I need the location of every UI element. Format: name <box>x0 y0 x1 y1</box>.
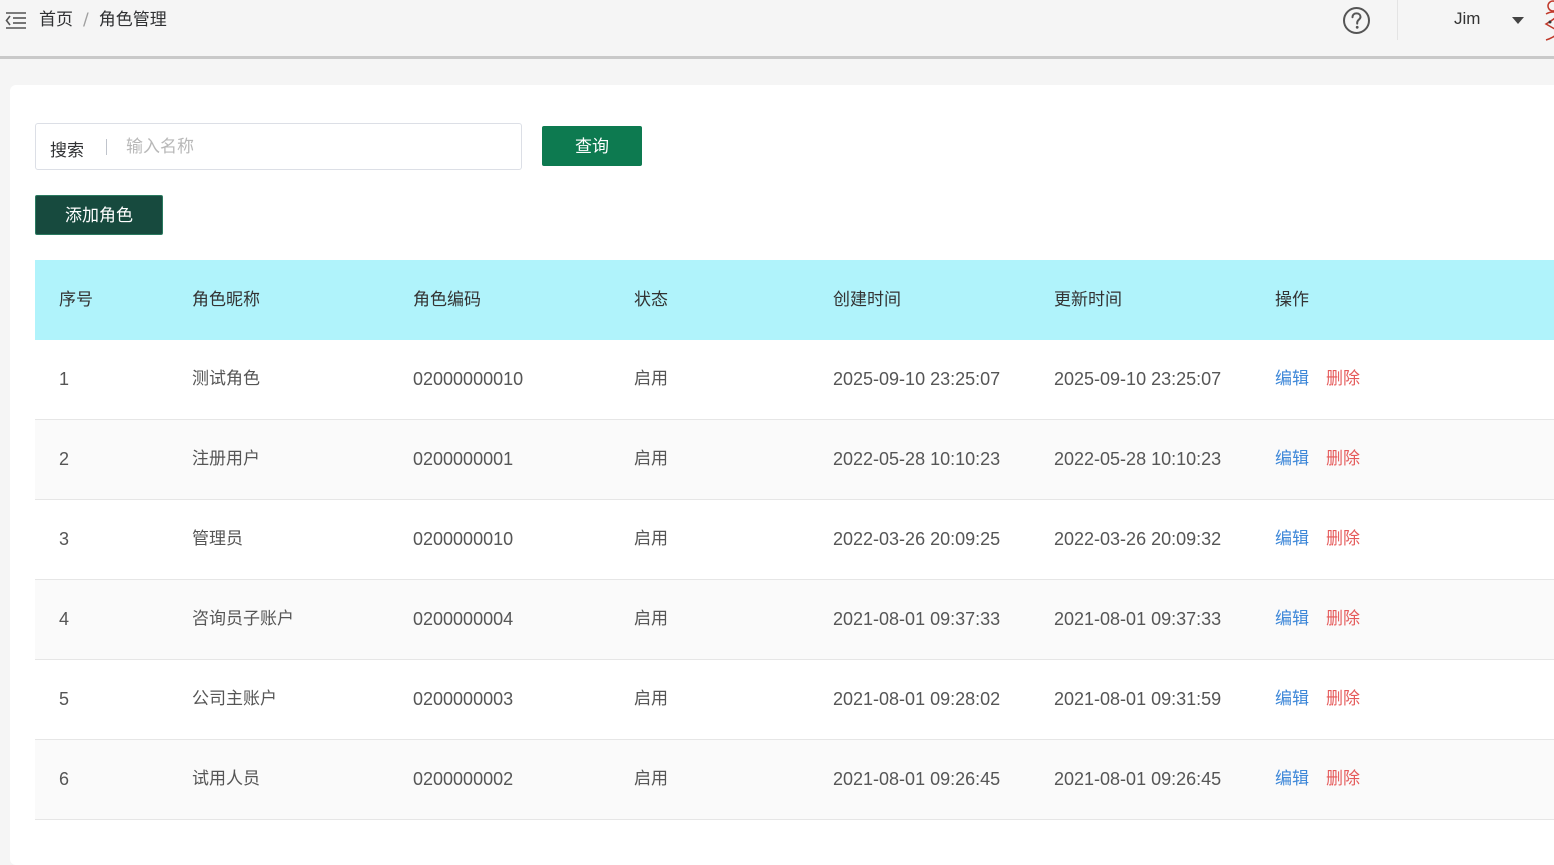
row-nickname: 管理员 <box>192 529 243 549</box>
breadcrumb: 首页 / 角色管理 <box>39 8 167 32</box>
table-row: 4 咨询员子账户 0200000004 启用 2021-08-01 09:37:… <box>35 580 1554 660</box>
column-header-code: 角色编码 <box>413 290 481 310</box>
user-name: Jim <box>1454 9 1481 28</box>
row-index: 5 <box>59 689 70 709</box>
delete-link[interactable]: 删除 <box>1326 449 1360 469</box>
avatar[interactable] <box>1541 0 1554 44</box>
row-created: 2021-08-01 09:28:02 <box>833 689 1001 709</box>
row-actions: 编辑 删除 <box>1275 660 1360 739</box>
row-code: 0200000003 <box>413 689 514 709</box>
row-updated: 2021-08-01 09:31:59 <box>1054 689 1222 709</box>
delete-link[interactable]: 删除 <box>1326 689 1360 709</box>
row-index: 1 <box>59 369 70 389</box>
row-index: 2 <box>59 449 70 469</box>
row-created: 2022-05-28 10:10:23 <box>833 449 1001 469</box>
row-actions: 编辑 删除 <box>1275 580 1360 659</box>
row-status: 启用 <box>634 449 668 469</box>
table-row: 1 测试角色 02000000010 启用 2025-09-10 23:25:0… <box>35 340 1554 420</box>
row-index: 4 <box>59 609 70 629</box>
header-bottom-border <box>0 56 1554 59</box>
row-created: 2021-08-01 09:37:33 <box>833 609 1001 629</box>
row-updated: 2021-08-01 09:26:45 <box>1054 769 1222 789</box>
edit-link[interactable]: 编辑 <box>1275 369 1309 389</box>
row-actions: 编辑 删除 <box>1275 740 1360 819</box>
query-button[interactable]: 查询 <box>542 126 642 166</box>
row-created: 2022-03-26 20:09:25 <box>833 529 1001 549</box>
row-index: 6 <box>59 769 70 789</box>
row-code: 02000000010 <box>413 369 524 389</box>
row-status: 启用 <box>634 609 668 629</box>
row-updated: 2021-08-01 09:37:33 <box>1054 609 1222 629</box>
breadcrumb-current: 角色管理 <box>98 10 167 30</box>
column-header-nickname: 角色昵称 <box>192 290 260 310</box>
row-nickname: 试用人员 <box>192 769 260 789</box>
column-header-created: 创建时间 <box>833 290 901 310</box>
table-row: 5 公司主账户 0200000003 启用 2021-08-01 09:28:0… <box>35 660 1554 740</box>
role-table: 序号 角色昵称 角色编码 状态 创建时间 更新时间 操作 1 测试角色 0200… <box>35 260 1554 820</box>
row-nickname: 公司主账户 <box>192 689 277 709</box>
row-code: 0200000004 <box>413 609 514 629</box>
delete-link[interactable]: 删除 <box>1326 609 1360 629</box>
row-code: 0200000010 <box>413 529 514 549</box>
edit-link[interactable]: 编辑 <box>1275 449 1309 469</box>
header-divider <box>1397 0 1398 40</box>
search-divider <box>106 139 107 155</box>
row-code: 0200000002 <box>413 769 514 789</box>
table-header: 序号 角色昵称 角色编码 状态 创建时间 更新时间 操作 <box>35 260 1554 340</box>
table-row: 2 注册用户 0200000001 启用 2022-05-28 10:10:23… <box>35 420 1554 500</box>
search-label: 搜索 <box>50 141 84 161</box>
breadcrumb-home[interactable]: 首页 <box>39 8 73 32</box>
row-status: 启用 <box>634 769 668 789</box>
user-menu[interactable]: Jim <box>1424 6 1534 36</box>
delete-link[interactable]: 删除 <box>1326 769 1360 789</box>
row-created: 2021-08-01 09:26:45 <box>833 769 1001 789</box>
edit-link[interactable]: 编辑 <box>1275 609 1309 629</box>
table-row: 6 试用人员 0200000002 启用 2021-08-01 09:26:45… <box>35 740 1554 820</box>
row-updated: 2022-05-28 10:10:23 <box>1054 449 1222 469</box>
column-header-updated: 更新时间 <box>1054 290 1122 310</box>
column-header-index: 序号 <box>59 290 93 310</box>
breadcrumb-separator: / <box>83 10 89 30</box>
top-header: 首页 / 角色管理 Jim <box>0 0 1554 56</box>
row-code: 0200000001 <box>413 449 514 469</box>
row-updated: 2025-09-10 23:25:07 <box>1054 369 1222 389</box>
table-row: 3 管理员 0200000010 启用 2022-03-26 20:09:25 … <box>35 500 1554 580</box>
row-nickname: 咨询员子账户 <box>192 609 294 629</box>
delete-link[interactable]: 删除 <box>1326 529 1360 549</box>
menu-fold-icon[interactable] <box>5 10 27 30</box>
edit-link[interactable]: 编辑 <box>1275 769 1309 789</box>
row-index: 3 <box>59 529 70 549</box>
question-circle-icon[interactable] <box>1342 6 1371 35</box>
row-actions: 编辑 删除 <box>1275 420 1360 499</box>
column-header-actions: 操作 <box>1275 290 1309 310</box>
row-status: 启用 <box>634 529 668 549</box>
column-header-status: 状态 <box>634 290 668 310</box>
row-nickname: 注册用户 <box>192 449 260 469</box>
row-actions: 编辑 删除 <box>1275 340 1360 419</box>
row-status: 启用 <box>634 369 668 389</box>
row-nickname: 测试角色 <box>192 369 260 389</box>
caret-down-icon <box>1512 17 1524 24</box>
delete-link[interactable]: 删除 <box>1326 369 1360 389</box>
search-box: 搜索 <box>35 123 522 170</box>
row-status: 启用 <box>634 689 668 709</box>
row-created: 2025-09-10 23:25:07 <box>833 369 1001 389</box>
add-role-button[interactable]: 添加角色 <box>35 195 163 235</box>
row-updated: 2022-03-26 20:09:32 <box>1054 529 1222 549</box>
search-input[interactable] <box>124 130 504 164</box>
row-actions: 编辑 删除 <box>1275 500 1360 579</box>
edit-link[interactable]: 编辑 <box>1275 689 1309 709</box>
edit-link[interactable]: 编辑 <box>1275 529 1309 549</box>
